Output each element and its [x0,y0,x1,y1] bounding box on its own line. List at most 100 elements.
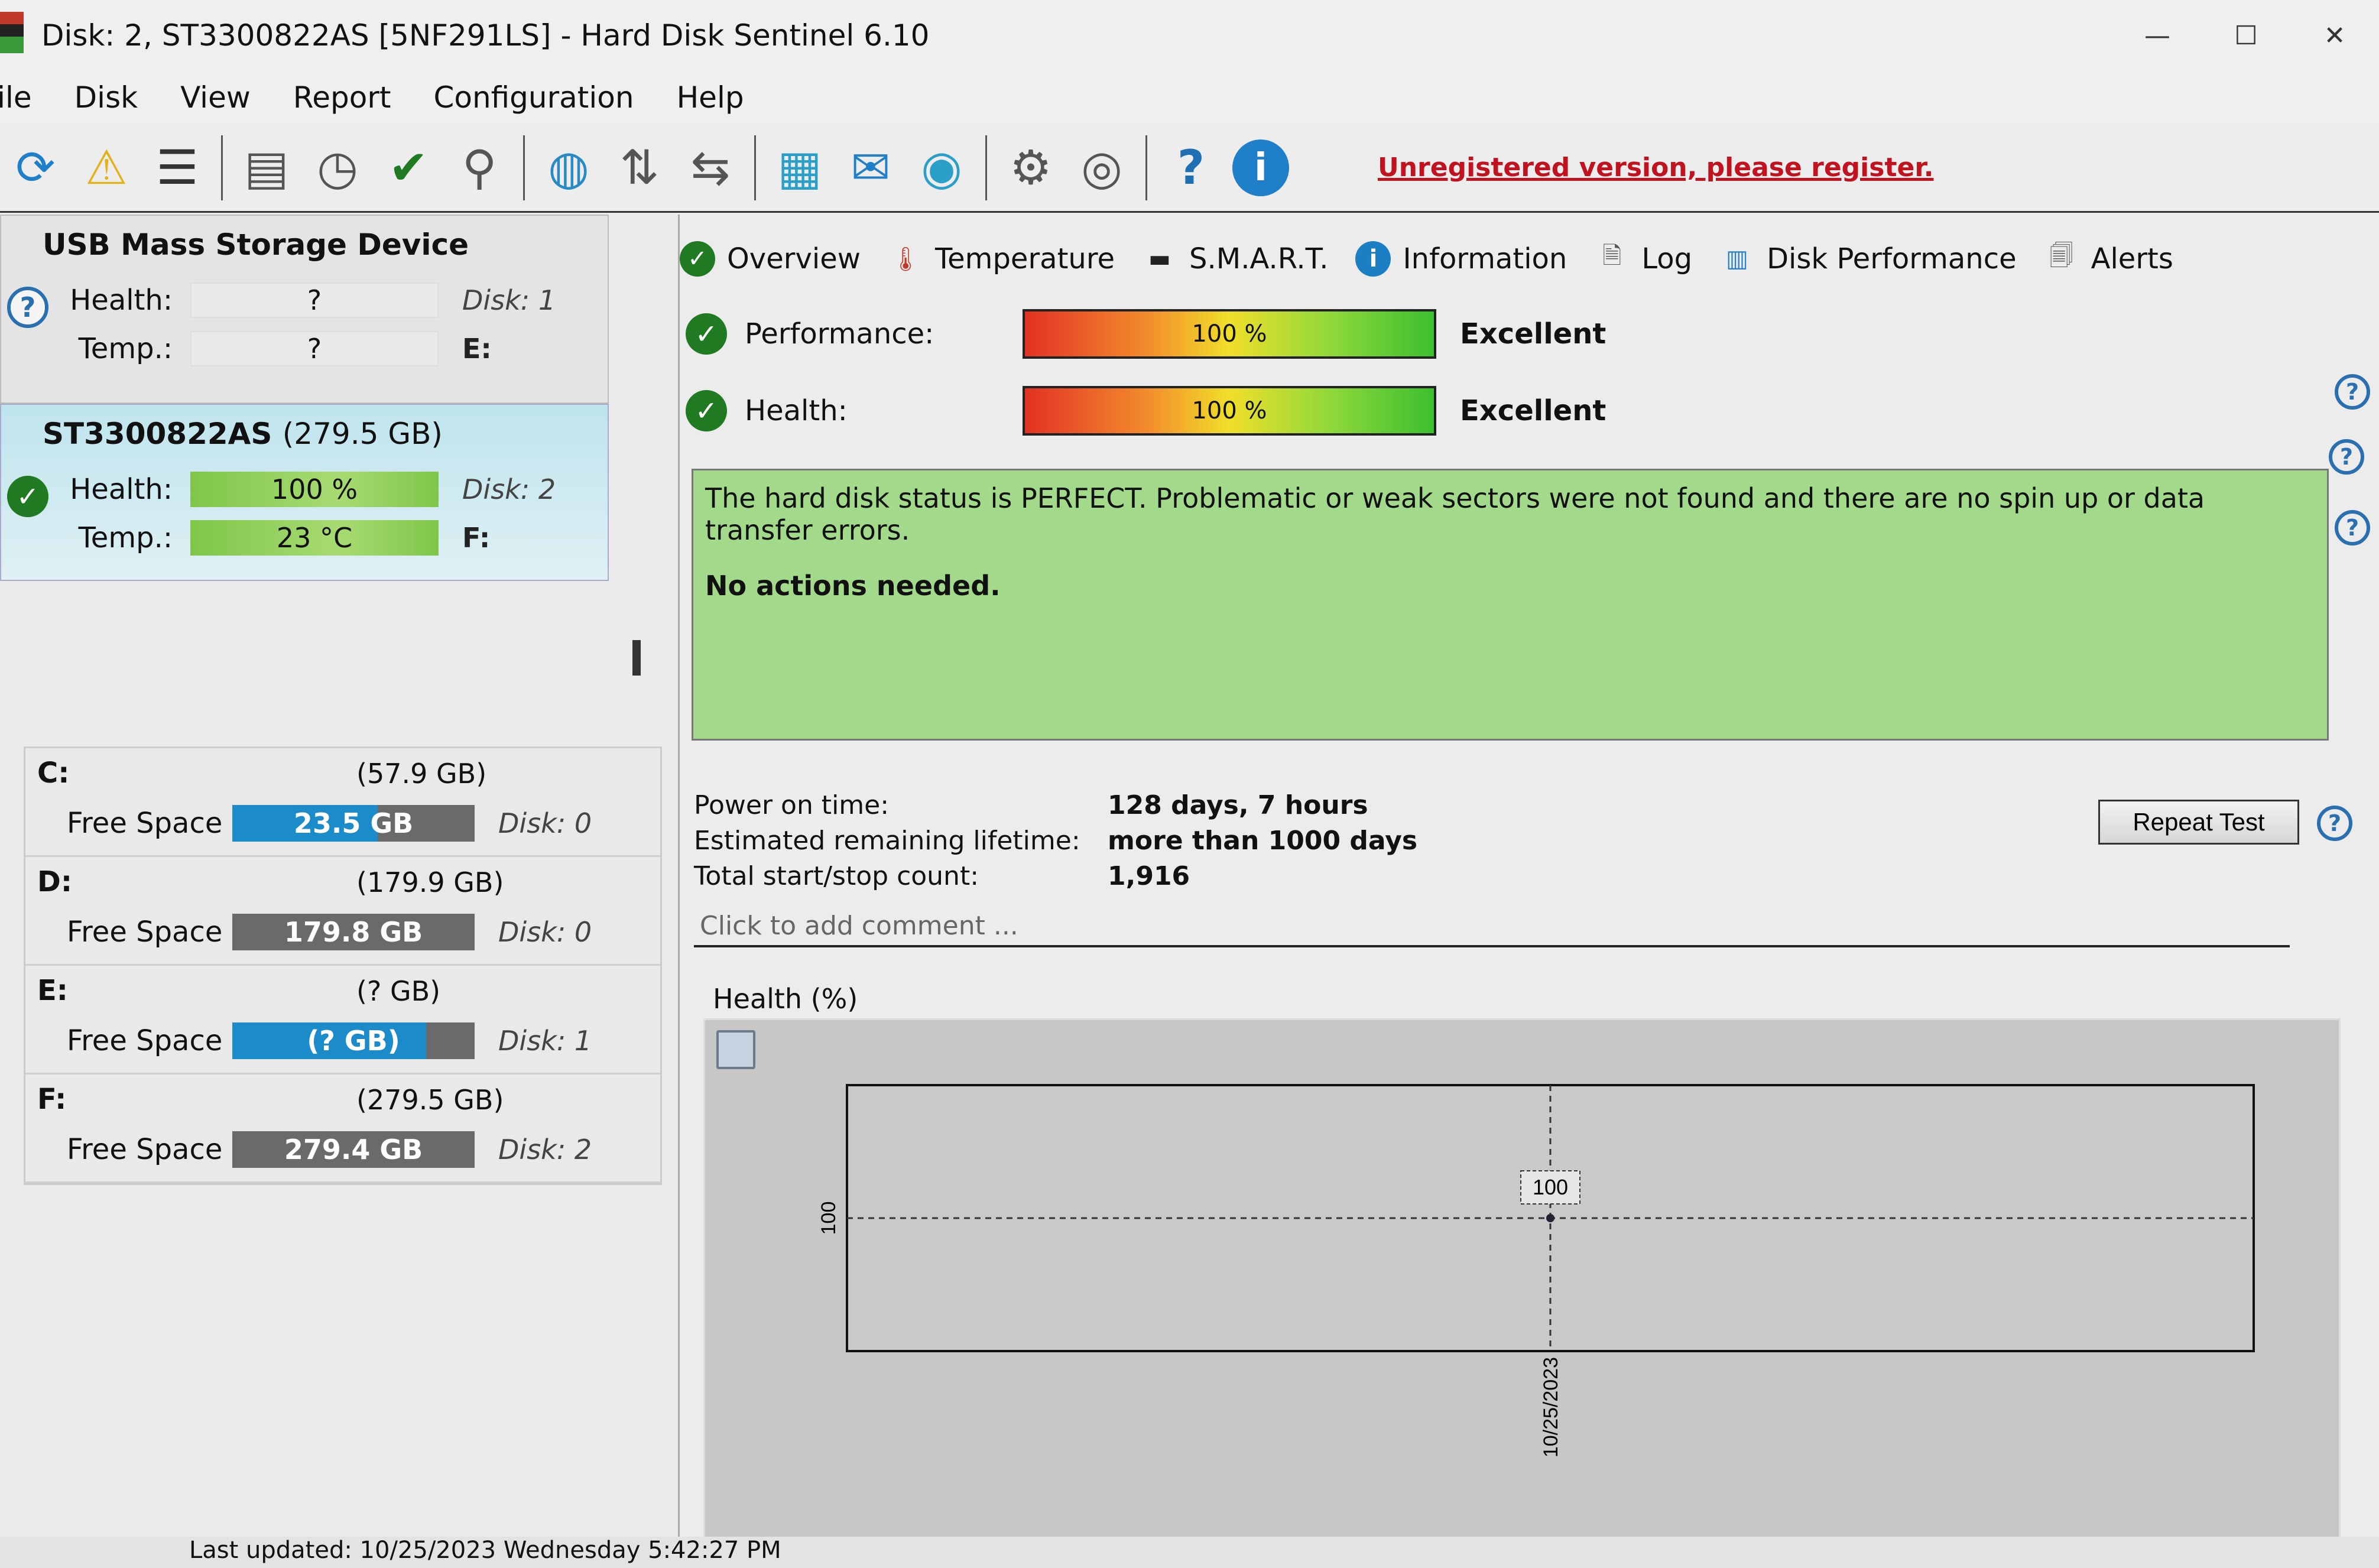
maximize-button[interactable]: ☐ [2202,0,2290,71]
health-chart-svg: 100 10/25/2023 100 [817,1084,2255,1457]
volume-letter: C: [37,757,70,790]
info-value: more than 1000 days [1108,826,1418,856]
menu-help[interactable]: Help [655,80,765,115]
tab-label: Disk Performance [1767,242,2017,275]
menu-view[interactable]: View [159,80,272,115]
report-notepad-icon[interactable]: ▦ [770,135,829,200]
help-icon[interactable]: ? [1161,135,1221,200]
health-gauge: 100 % [1023,386,1436,436]
disk-card-st3300822as[interactable]: ST3300822AS (279.5 GB) ✓ Health: 100 % D… [0,404,609,581]
thermometer-icon: 🌡 [890,245,921,273]
info-row: Power on time: 128 days, 7 hours [694,788,1417,823]
tab-label: S.M.A.R.T. [1189,242,1329,275]
volume-item[interactable]: F: (279.5 GB) Free Space 279.4 GB Disk: … [25,1074,660,1183]
tab-label: Alerts [2091,242,2173,275]
disk-ok-icon[interactable]: ✔ [379,135,438,200]
menu-configuration[interactable]: Configuration [412,80,655,115]
minimize-button[interactable]: — [2113,0,2202,71]
info-row: Total start/stop count: 1,916 [694,859,1417,894]
help-icon[interactable]: ? [2335,510,2370,546]
free-space-value: 279.4 GB [284,1134,423,1166]
free-space-value: (? GB) [307,1025,400,1057]
performance-chart-icon: ▥ [1726,245,1748,272]
tab-temperature[interactable]: 🌡 Temperature [888,241,1115,277]
tab-alerts[interactable]: 🗐 Alerts [2044,241,2173,277]
disk-surface-test-icon[interactable]: ▤ [237,135,296,200]
toolbar-separator [1145,135,1147,200]
tab-label: Temperature [934,242,1115,275]
menu-report[interactable]: Report [272,80,413,115]
refresh-icon[interactable]: ⟳ [6,135,65,200]
status-text: The hard disk status is PERFECT. Problem… [705,482,2205,546]
disk-info: Power on time: 128 days, 7 hours Estimat… [694,788,1417,894]
help-icon[interactable]: ? [2335,374,2370,410]
health-label: Health: [745,394,848,427]
help-icon[interactable]: ? [2317,806,2352,841]
tab-information[interactable]: i Information [1355,241,1567,277]
chart-title: Health (%) [713,983,858,1015]
disk-card-usb[interactable]: USB Mass Storage Device ? Health: ? Disk… [0,215,609,404]
web-report-icon[interactable]: ◉ [912,135,971,200]
volume-item[interactable]: D: (179.9 GB) Free Space 179.8 GB Disk: … [25,857,660,966]
temp-label: Temp.: [78,332,173,365]
free-space-label: Free Space [67,807,223,840]
info-key: Total start/stop count: [694,861,979,891]
sound-icon[interactable]: ◎ [1072,135,1131,200]
temp-value: 23 °C [190,520,439,556]
network-share-icon[interactable]: ⇅ [610,135,669,200]
document-icon: 🗎 [1602,242,1622,270]
email-report-icon[interactable]: ✉ [841,135,900,200]
refresh-warning-icon[interactable]: ⚠ [77,135,136,200]
repeat-test-button[interactable]: Repeat Test [2098,800,2299,845]
check-icon: ✓ [686,390,727,431]
disk-number: Disk: 2 [462,473,556,505]
tab-overview[interactable]: ✓ Overview [680,241,861,277]
health-value: ? [190,283,439,318]
performance-rating: Excellent [1460,317,1606,350]
help-icon[interactable]: ? [2329,439,2364,475]
network-disk-icon[interactable]: ◍ [539,135,598,200]
tab-disk-performance[interactable]: ▥ Disk Performance [1719,241,2017,277]
health-chart: 100 10/25/2023 100 [703,1018,2341,1550]
x-tick-label: 10/25/2023 [1540,1357,1562,1457]
scrollbar-thumb[interactable] [632,640,641,676]
info-key: Estimated remaining lifetime: [694,826,1080,856]
register-link[interactable]: Unregistered version, please register. [1378,152,1933,183]
menu-file[interactable]: File [0,80,53,115]
overview-panel: ✓ Overview 🌡 Temperature ▬ S.M.A.R.T. i … [680,215,2379,1568]
temp-row: Temp.: ? E: [25,324,584,373]
performance-label: Performance: [745,317,934,350]
disk-schedule-icon[interactable]: ◷ [308,135,367,200]
volume-disk: Disk: 0 [498,807,592,839]
health-row: ✓ Health: 100 % Excellent [686,386,1606,436]
temp-row: Temp.: 23 °C F: [25,514,584,562]
close-button[interactable]: ✕ [2290,0,2379,71]
drive-list-icon[interactable]: ☰ [148,135,207,200]
volume-letter: D: [37,865,73,898]
volume-disk: Disk: 2 [498,1134,592,1166]
disk-name: ST3300822AS [43,417,272,451]
remote-icon[interactable]: ⇆ [681,135,740,200]
tab-smart[interactable]: ▬ S.M.A.R.T. [1142,241,1328,277]
settings-gear-icon[interactable]: ⚙ [1001,135,1060,200]
info-key: Power on time: [694,790,890,820]
free-space-bar: 179.8 GB [232,914,475,950]
free-space-bar: (? GB) [232,1022,475,1059]
menu-disk[interactable]: Disk [53,80,159,115]
tab-log[interactable]: 🗎 Log [1594,241,1692,277]
health-row: Health: 100 % Disk: 2 [25,465,584,514]
ok-status-icon: ✓ [7,476,48,517]
volume-item[interactable]: E: (? GB) Free Space (? GB) Disk: 1 [25,966,660,1074]
comment-input[interactable]: Click to add comment ... [694,906,2290,947]
save-icon[interactable] [716,1030,755,1069]
free-space-bar: 23.5 GB [232,805,475,842]
volume-item[interactable]: C: (57.9 GB) Free Space 23.5 GB Disk: 0 [25,748,660,857]
tab-label: Information [1403,242,1567,275]
disk-title: USB Mass Storage Device [43,228,584,262]
disk-search-icon[interactable]: ⚲ [450,135,509,200]
drive-letter: F: [462,522,491,554]
status-description: The hard disk status is PERFECT. Problem… [692,469,2329,741]
about-info-icon[interactable]: i [1232,139,1289,196]
health-rating: Excellent [1460,394,1606,427]
action-text: No actions needed. [705,570,1001,602]
